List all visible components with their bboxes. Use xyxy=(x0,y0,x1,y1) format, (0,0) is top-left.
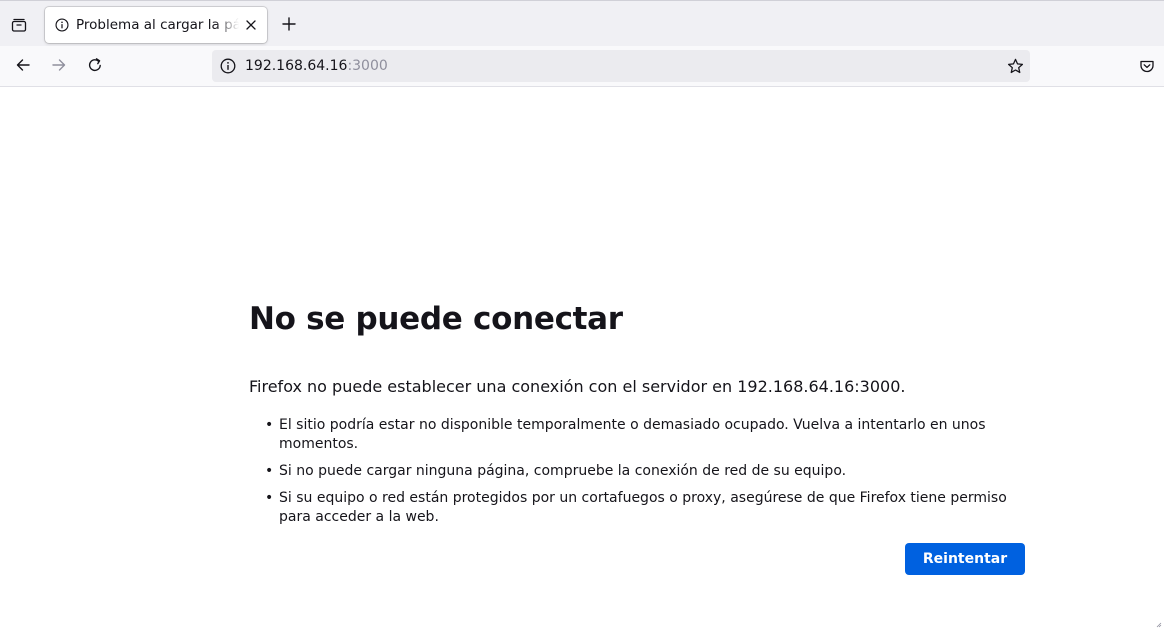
url-text[interactable]: 192.168.64.16:3000 xyxy=(245,58,388,74)
resize-corner xyxy=(1156,613,1162,628)
error-description: Firefox no puede establecer una conexión… xyxy=(249,377,906,396)
retry-button[interactable]: Reintentar xyxy=(905,543,1025,575)
bullet: • xyxy=(265,417,274,433)
list-item: • Si su equipo o red están protegidos por… xyxy=(249,489,1039,527)
error-title: No se puede conectar xyxy=(249,301,623,337)
info-icon[interactable] xyxy=(219,57,237,75)
reload-button[interactable] xyxy=(82,54,108,80)
list-item: • Si no puede cargar ninguna página, comp… xyxy=(249,462,1039,481)
new-tab-button[interactable] xyxy=(277,13,301,37)
url-port: :3000 xyxy=(347,58,388,74)
list-item-text: Si no puede cargar ninguna página, compr… xyxy=(279,463,847,479)
back-button[interactable] xyxy=(10,54,36,80)
tab-title: Problema al cargar la página xyxy=(76,17,239,33)
error-suggestions-list: • El sitio podría estar no disponible tem… xyxy=(249,416,1039,535)
list-item-text: El sitio podría estar no disponible temp… xyxy=(279,417,986,452)
close-icon[interactable] xyxy=(243,17,259,33)
plus-icon xyxy=(282,16,296,35)
url-bar[interactable]: 192.168.64.16:3000 xyxy=(212,50,1030,82)
tab-active[interactable]: Problema al cargar la página xyxy=(45,7,267,43)
pocket-icon[interactable] xyxy=(1137,56,1157,76)
reload-icon xyxy=(87,57,103,77)
nav-bar: 192.168.64.16:3000 xyxy=(0,46,1164,87)
info-icon xyxy=(54,17,70,33)
list-all-tabs-icon[interactable] xyxy=(6,12,32,38)
bullet: • xyxy=(265,490,274,506)
tab-strip: Problema al cargar la página xyxy=(0,0,1164,46)
list-item-text: Si su equipo o red están protegidos por … xyxy=(279,490,1007,525)
back-arrow-icon xyxy=(15,57,31,77)
url-host: 192.168.64.16 xyxy=(245,58,348,74)
bullet: • xyxy=(265,463,274,479)
forward-arrow-icon xyxy=(51,57,67,77)
star-icon[interactable] xyxy=(1006,57,1024,75)
forward-button[interactable] xyxy=(46,54,72,80)
error-page: No se puede conectar Firefox no puede es… xyxy=(0,87,1164,628)
list-item: • El sitio podría estar no disponible tem… xyxy=(249,416,1039,454)
